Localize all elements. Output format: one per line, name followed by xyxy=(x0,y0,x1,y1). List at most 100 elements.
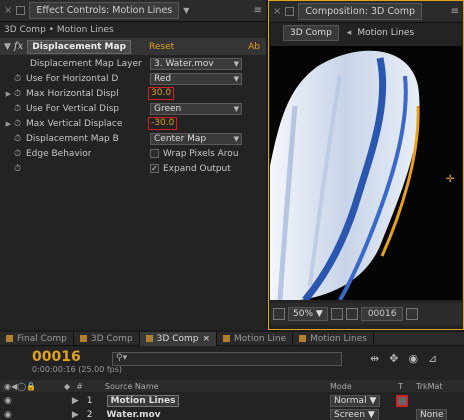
column-header: ◉◀◯🔒 ◆ # Source Name Mode T TrkMat xyxy=(0,380,464,392)
av-features-icon[interactable]: ◉◀◯🔒 xyxy=(4,382,36,391)
prop-row: ⏱ ✓ Expand Output xyxy=(0,161,266,176)
map-layer-dropdown[interactable]: 3. Water.mov ▼ xyxy=(150,57,242,70)
horizontal-source-dropdown[interactable]: Red ▼ xyxy=(150,72,242,85)
breadcrumb: 3D Comp • Motion Lines xyxy=(0,22,266,38)
effect-controls-panel: × Effect Controls: Motion Lines ▼ ≡ 3D C… xyxy=(0,0,266,330)
tab-timeline[interactable]: 3D Comp xyxy=(74,331,140,346)
expand-arrow-icon[interactable]: ▶ xyxy=(0,90,14,98)
comp-viewer[interactable]: ✛ xyxy=(270,46,462,300)
zoom-dropdown[interactable]: 50% ▼ xyxy=(288,307,328,321)
layer-name[interactable]: Motion Lines xyxy=(106,394,180,407)
composition-tabbar: × Composition: 3D Comp ≡ xyxy=(269,1,463,23)
timecode-block: 00016 0:00:00:16 (25.00 fps) xyxy=(32,349,122,374)
prop-row: ⏱ Use For Vertical Disp Green ▼ xyxy=(0,101,266,116)
tab-effect-controls[interactable]: Effect Controls: Motion Lines xyxy=(29,2,180,19)
comp-footer: 50% ▼ 00016 xyxy=(270,303,462,325)
search-input[interactable]: ⚲▾ xyxy=(112,352,342,366)
timeline-tools: ⇹ ✥ ◉ ⊿ xyxy=(370,352,437,365)
visibility-icon[interactable]: ◉ xyxy=(4,410,12,420)
effect-controls-tabbar: × Effect Controls: Motion Lines ▼ ≡ xyxy=(0,0,266,22)
close-icon[interactable]: × xyxy=(4,5,12,16)
motion-lines-render: ✛ xyxy=(270,50,455,300)
chevron-down-icon[interactable]: ▼ xyxy=(183,6,189,15)
expand-arrow-icon[interactable]: ▶ xyxy=(72,396,79,406)
safe-zones-icon[interactable] xyxy=(273,308,285,320)
effect-header: ▼ fx Displacement Map Reset Ab xyxy=(0,38,266,55)
about-link[interactable]: Ab xyxy=(248,42,260,52)
fx-icon[interactable]: fx xyxy=(14,41,23,52)
search-icon: ⚲▾ xyxy=(116,353,128,363)
lock-icon[interactable] xyxy=(285,7,295,16)
prop-label: Max Horizontal Displ xyxy=(26,88,119,99)
panel-menu-icon[interactable]: ≡ xyxy=(254,5,262,16)
trkmat-dropdown[interactable]: None xyxy=(416,408,448,420)
prop-label: Edge Behavior xyxy=(26,148,92,159)
prop-row: ⏱ Edge Behavior Wrap Pixels Arou xyxy=(0,146,266,161)
prop-row: ▶ ⏱ Max Vertical Displace -30.0 xyxy=(0,116,266,131)
stopwatch-icon[interactable]: ⏱ xyxy=(14,119,26,129)
expand-arrow-icon[interactable]: ▼ xyxy=(4,42,11,52)
effect-name[interactable]: Displacement Map xyxy=(27,39,132,54)
timeline-tabbar: Final Comp 3D Comp 3D Comp × Motion Line … xyxy=(0,331,464,346)
expand-arrow-icon[interactable]: ▶ xyxy=(0,120,14,128)
subtab-motion-lines[interactable]: Motion Lines xyxy=(357,28,414,38)
comp-marker-icon[interactable]: ⇹ xyxy=(370,352,379,365)
grid-icon[interactable] xyxy=(330,308,343,320)
prop-label: Use For Vertical Disp xyxy=(26,103,119,114)
comp-subtabs: 3D Comp ◂ Motion Lines xyxy=(269,23,463,43)
max-horizontal-value[interactable]: 30.0 xyxy=(148,87,175,100)
expand-output-checkbox[interactable]: ✓ Expand Output xyxy=(150,164,231,174)
visibility-icon[interactable]: ◉ xyxy=(4,396,12,406)
label-icon[interactable]: ◆ xyxy=(64,382,70,391)
col-trkmat[interactable]: TrkMat xyxy=(416,382,443,391)
blend-mode-dropdown[interactable]: Normal ▼ xyxy=(330,394,381,407)
stopwatch-icon[interactable]: ⏱ xyxy=(14,134,26,144)
stopwatch-icon[interactable]: ⏱ xyxy=(14,164,26,174)
prop-row: ▶ ⏱ Max Horizontal Displ 30.0 xyxy=(0,86,266,101)
close-icon[interactable]: × xyxy=(273,6,281,17)
layer-name[interactable]: Water.mov xyxy=(107,410,161,420)
timecode[interactable]: 00016 xyxy=(32,349,122,365)
prop-label: Max Vertical Displace xyxy=(26,118,123,129)
expand-arrow-icon[interactable]: ▶ xyxy=(72,410,79,420)
prop-row: ⏱ Displacement Map B Center Map ▼ xyxy=(0,131,266,146)
max-vertical-value[interactable]: -30.0 xyxy=(148,117,178,130)
prop-row: ⏱ Use For Horizontal D Red ▼ xyxy=(0,71,266,86)
tab-timeline[interactable]: Motion Lines xyxy=(293,331,374,346)
tab-timeline[interactable]: Motion Line xyxy=(217,331,294,346)
tab-timeline[interactable]: Final Comp xyxy=(0,331,74,346)
stopwatch-icon[interactable]: ⏱ xyxy=(14,104,26,114)
layer-row[interactable]: ◉ ▶ 2 Water.mov Screen ▼ None xyxy=(0,408,464,420)
wrap-pixels-checkbox[interactable]: Wrap Pixels Arou xyxy=(150,149,239,159)
subtab-3d-comp[interactable]: 3D Comp xyxy=(283,25,339,41)
col-source-name[interactable]: Source Name xyxy=(105,382,159,391)
stopwatch-icon[interactable]: ⏱ xyxy=(14,149,26,159)
graph-editor-icon[interactable]: ⊿ xyxy=(428,352,437,365)
vertical-source-dropdown[interactable]: Green ▼ xyxy=(150,102,242,115)
reset-link[interactable]: Reset xyxy=(149,42,174,52)
stopwatch-icon[interactable]: ⏱ xyxy=(14,89,26,99)
svg-text:✛: ✛ xyxy=(446,174,455,185)
prop-label: Displacement Map B xyxy=(26,133,119,144)
panel-menu-icon[interactable]: ≡ xyxy=(451,6,459,17)
fps-readout: 0:00:00:16 (25.00 fps) xyxy=(32,365,123,374)
blend-mode-dropdown[interactable]: Screen ▼ xyxy=(330,408,379,420)
prop-row: Displacement Map Layer 3. Water.mov ▼ xyxy=(0,56,266,71)
prop-label: Use For Horizontal D xyxy=(26,73,119,84)
map-behavior-dropdown[interactable]: Center Map ▼ xyxy=(150,132,242,145)
draft-3d-icon[interactable]: ✥ xyxy=(389,352,398,365)
stopwatch-icon[interactable]: ⏱ xyxy=(14,74,26,84)
col-t[interactable]: T xyxy=(398,382,403,391)
col-mode[interactable]: Mode xyxy=(330,382,352,391)
lock-icon[interactable] xyxy=(16,6,26,15)
snapshot-icon[interactable] xyxy=(406,308,419,320)
current-frame[interactable]: 00016 xyxy=(360,307,404,321)
layer-row[interactable]: ◉ ▶ 1 Motion Lines Normal ▼ xyxy=(0,394,464,407)
track-matte-icon[interactable] xyxy=(396,394,408,407)
tab-timeline-active[interactable]: 3D Comp × xyxy=(139,331,218,346)
arrow-right-icon: ◂ xyxy=(346,28,352,38)
motion-blur-icon[interactable]: ◉ xyxy=(408,352,418,365)
region-icon[interactable] xyxy=(345,308,358,320)
prop-label: Displacement Map Layer xyxy=(30,58,142,69)
tab-composition[interactable]: Composition: 3D Comp xyxy=(298,3,423,20)
